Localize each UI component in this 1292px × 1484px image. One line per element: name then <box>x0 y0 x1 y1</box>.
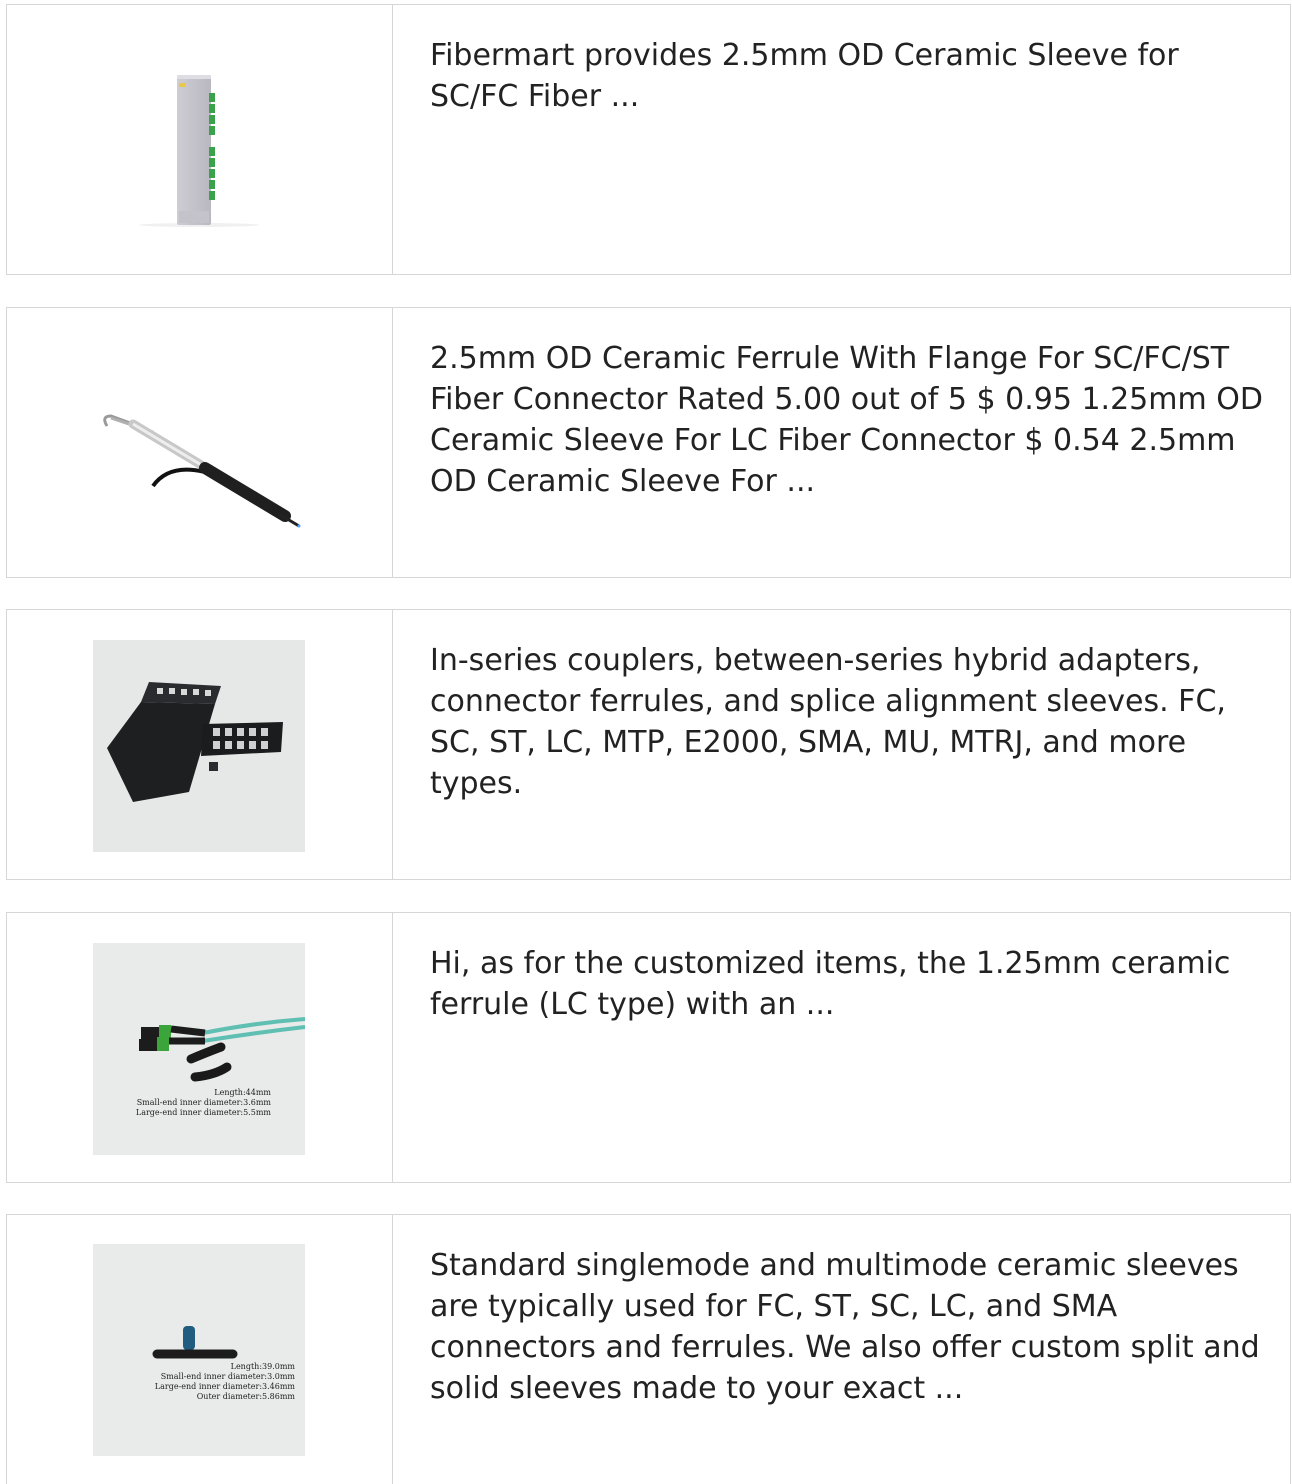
tension-clamp-image[interactable] <box>93 338 305 550</box>
image-caption: Length:44mm <box>214 1088 271 1097</box>
image-caption: Small-end inner diameter:3.0mm <box>160 1372 295 1381</box>
result-snippet: In-series couplers, between-series hybri… <box>430 643 1226 801</box>
result-thumbnail-cell[interactable] <box>7 610 393 879</box>
image-caption: Length:39.0mm <box>230 1362 295 1371</box>
result-snippet: 2.5mm OD Ceramic Ferrule With Flange For… <box>430 341 1263 499</box>
result-card[interactable]: 2.5mm OD Ceramic Ferrule With Flange For… <box>6 307 1291 578</box>
mpo-boot-image[interactable]: Length:44mm Small-end inner diameter:3.6… <box>93 943 305 1155</box>
result-card[interactable]: Length:44mm Small-end inner diameter:3.6… <box>6 912 1291 1183</box>
image-caption: Large-end inner diameter:3.46mm <box>154 1382 295 1391</box>
result-thumbnail-cell[interactable]: Length:39.0mm Small-end inner diameter:3… <box>7 1215 393 1484</box>
result-thumbnail-cell[interactable]: Length:44mm Small-end inner diameter:3.6… <box>7 913 393 1182</box>
result-card[interactable]: Length:39.0mm Small-end inner diameter:3… <box>6 1214 1291 1484</box>
result-snippet: Standard singlemode and multimode cerami… <box>430 1248 1260 1406</box>
sleeve-boot-image[interactable]: Length:39.0mm Small-end inner diameter:3… <box>93 1244 305 1456</box>
result-snippet: Hi, as for the customized items, the 1.2… <box>430 946 1231 1022</box>
image-caption: Large-end inner diameter:5.5mm <box>135 1108 271 1117</box>
result-thumbnail-cell[interactable] <box>7 308 393 577</box>
fiber-tray-image[interactable] <box>93 640 305 852</box>
result-snippet: Fibermart provides 2.5mm OD Ceramic Slee… <box>430 38 1179 114</box>
din-rail-module-image[interactable] <box>93 35 305 247</box>
result-card[interactable]: Fibermart provides 2.5mm OD Ceramic Slee… <box>6 4 1291 275</box>
image-caption: Small-end inner diameter:3.6mm <box>136 1098 271 1107</box>
result-card[interactable]: In-series couplers, between-series hybri… <box>6 609 1291 880</box>
image-caption: Outer diameter:5.86mm <box>196 1392 295 1401</box>
result-thumbnail-cell[interactable] <box>7 5 393 274</box>
